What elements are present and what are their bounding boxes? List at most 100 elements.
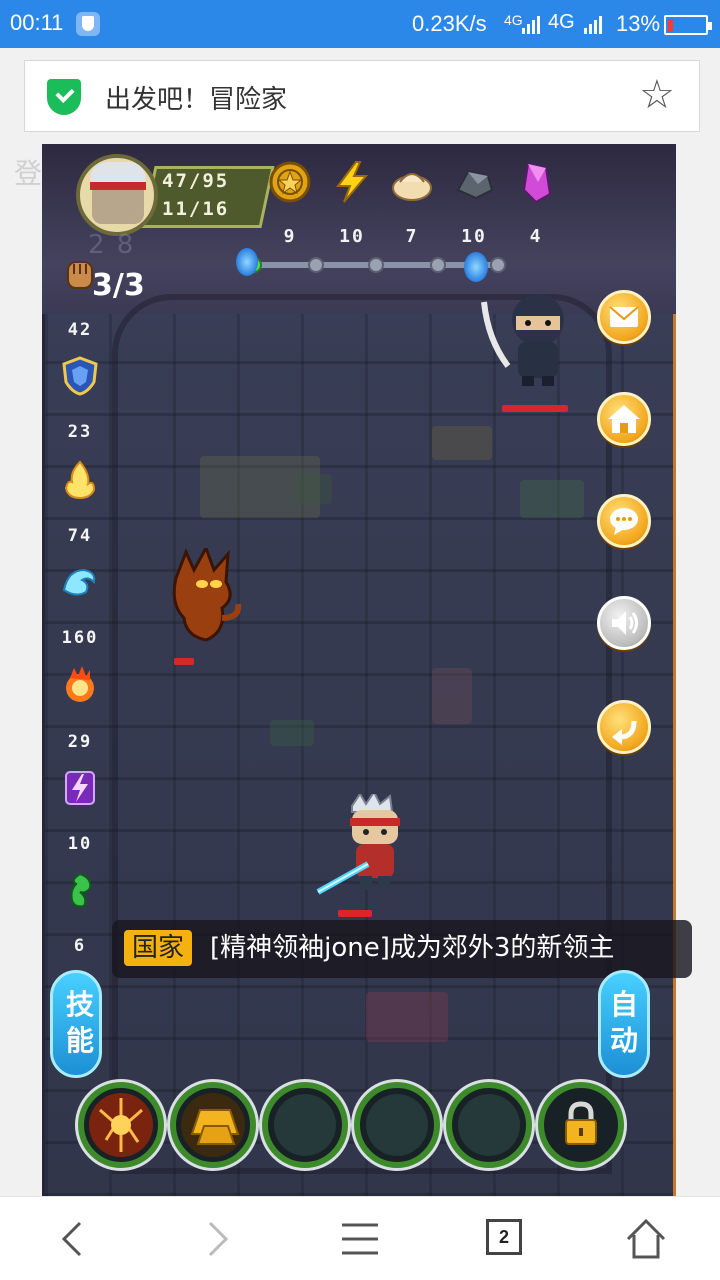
home-outline-icon: [626, 1218, 666, 1259]
empty-slot: [458, 1094, 520, 1156]
fire-beast-enemy[interactable]: [166, 548, 246, 652]
chat-icon: [610, 508, 638, 535]
resource-food[interactable]: 7: [384, 160, 440, 247]
skill-slot-locked[interactable]: [538, 1082, 624, 1168]
network-type: 4G: [548, 11, 575, 33]
star-outline-icon[interactable]: ☆: [639, 71, 675, 119]
water-wave-icon: [62, 568, 96, 596]
stat-fireball[interactable]: 29: [52, 666, 108, 752]
gold-ingot-skill-icon: [181, 1093, 245, 1157]
player-hp: 47/95: [162, 170, 230, 192]
avatar[interactable]: [76, 154, 158, 236]
auto-button[interactable]: 自动: [598, 970, 650, 1078]
resource-gold[interactable]: 9: [262, 160, 318, 247]
stat-fire-spirit[interactable]: 74: [52, 460, 108, 546]
back-icon: [612, 720, 637, 745]
shield-check-icon: [47, 79, 81, 115]
signal-bars-icon-2: [584, 14, 604, 34]
resource-energy-value: 10: [339, 226, 365, 247]
skill-slot-fire-rune[interactable]: [78, 1082, 164, 1168]
background-ghost-char: 登: [14, 157, 43, 190]
stat-fireball-value: 29: [67, 732, 93, 752]
stat-water[interactable]: 160: [52, 562, 108, 648]
skill-button-label: 技能: [66, 988, 95, 1057]
ninja-health-bar: [502, 405, 568, 412]
hero-health-bar: [338, 910, 372, 917]
sound-icon: [612, 611, 638, 635]
floor-tile: [292, 474, 332, 504]
shield-icon: [62, 356, 98, 396]
stat-poison[interactable]: 6: [52, 870, 108, 956]
blue-flame-torch: [464, 252, 488, 282]
home-nav-button[interactable]: [616, 1215, 676, 1263]
signal-bars-icon: [522, 14, 542, 34]
crystal-icon: [522, 162, 552, 204]
network-type-label: 4G: [504, 12, 523, 28]
lightning-rune-icon: [65, 771, 95, 805]
page-title: 出发吧！冒险家: [105, 85, 288, 115]
security-shield-icon: [76, 12, 100, 36]
skill-slot-empty[interactable]: [262, 1082, 348, 1168]
battery-icon: [664, 15, 712, 35]
address-bar[interactable]: 出发吧！冒险家 ☆: [24, 60, 700, 132]
clock: 00:11: [10, 10, 64, 35]
floor-tile: [432, 668, 472, 724]
network-speed: 0.23K/s: [412, 11, 487, 36]
dungeon-arch: [112, 294, 612, 1174]
stage-node: [430, 257, 446, 273]
stat-defense-value: 23: [67, 422, 93, 442]
forward-nav-button[interactable]: [188, 1215, 248, 1263]
system-notice: 国家 [精神领袖jone]成为郊外3的新领主: [112, 920, 692, 978]
fire-spirit-icon: [64, 460, 96, 500]
back-nav-button[interactable]: [42, 1215, 102, 1263]
stat-poison-value: 6: [73, 936, 87, 956]
ninja-enemy[interactable]: [478, 290, 582, 394]
avatar-headband: [90, 182, 146, 190]
stat-lightning[interactable]: 10: [52, 768, 108, 854]
stat-water-value: 160: [61, 628, 99, 648]
game-canvas[interactable]: 登 47/95 11/16 2 8 9 10 7 10 4 42 3/3 23 …: [0, 144, 720, 1196]
skill-slot-empty[interactable]: [354, 1082, 440, 1168]
floor-tile: [366, 992, 448, 1042]
empty-slot: [274, 1094, 336, 1156]
fire-beast-health-bar: [174, 658, 194, 665]
floor-tile: [270, 720, 314, 746]
skill-button[interactable]: 技能: [50, 970, 102, 1078]
auto-button-label: 自动: [610, 988, 639, 1057]
sound-button[interactable]: [597, 596, 651, 650]
fire-rune-skill-icon: [89, 1093, 153, 1157]
hero-character[interactable]: [316, 794, 436, 904]
resource-food-value: 7: [405, 226, 419, 247]
blue-flame-torch: [236, 248, 258, 276]
home-button[interactable]: [597, 392, 651, 446]
skill-slot-gold-ingot[interactable]: [170, 1082, 256, 1168]
skill-slot-empty[interactable]: [446, 1082, 532, 1168]
player-level: 11/16: [162, 198, 230, 220]
stage-node: [308, 257, 324, 273]
lock-icon: [565, 1101, 597, 1145]
tabs-button[interactable]: 2: [486, 1219, 522, 1255]
resource-iron-value: 10: [461, 226, 487, 247]
resource-gold-value: 9: [283, 226, 297, 247]
empty-slot: [366, 1094, 428, 1156]
browser-bottom-nav: 2: [0, 1196, 720, 1280]
menu-button[interactable]: [330, 1215, 390, 1263]
chevron-left-icon: [61, 1221, 82, 1257]
mail-button[interactable]: [597, 290, 651, 344]
stage-node: [368, 257, 384, 273]
stage-node: [490, 257, 506, 273]
resource-crystal[interactable]: 4: [508, 160, 564, 247]
floor-tile: [432, 426, 492, 460]
lightning-icon: [336, 161, 369, 203]
menu-icon: [342, 1223, 378, 1255]
mail-icon: [609, 306, 639, 327]
resource-energy[interactable]: 10: [324, 160, 380, 247]
resource-iron[interactable]: 10: [446, 160, 502, 247]
stat-defense[interactable]: 23: [52, 356, 108, 442]
battery-percent: 13%: [616, 11, 661, 36]
battery-fill: [668, 19, 673, 31]
back-button[interactable]: [597, 700, 651, 754]
chevron-right-icon: [208, 1221, 229, 1257]
poison-icon: [70, 872, 92, 908]
chat-button[interactable]: [597, 494, 651, 548]
